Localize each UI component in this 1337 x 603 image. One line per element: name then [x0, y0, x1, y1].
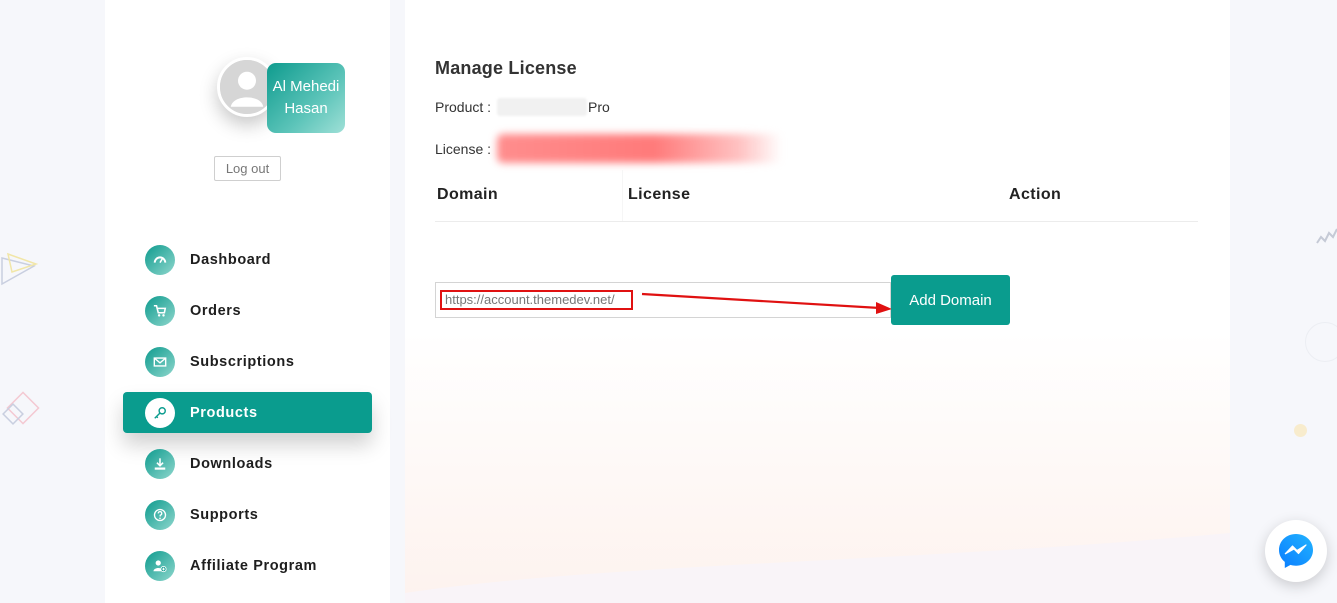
messenger-icon	[1279, 534, 1313, 568]
cart-icon	[145, 295, 175, 326]
user-silhouette-icon	[220, 60, 274, 114]
product-label: Product :	[435, 99, 492, 115]
sidebar-item-products[interactable]: Products	[123, 392, 372, 433]
column-header-license: License	[628, 186, 691, 203]
sidebar-item-label: Products	[190, 404, 258, 421]
dashboard-gauge-icon	[145, 244, 175, 275]
decorative-curve	[405, 533, 1230, 603]
sidebar-item-dashboard[interactable]: Dashboard	[123, 239, 372, 280]
product-name-suffix: Pro	[588, 99, 610, 115]
sidebar-item-affiliate-program[interactable]: Affiliate Program	[123, 545, 372, 586]
sidebar-item-supports[interactable]: Supports	[123, 494, 372, 535]
license-label: License :	[435, 141, 492, 157]
sidebar-item-label: Orders	[190, 302, 242, 319]
redacted-license-key	[497, 134, 782, 163]
key-icon	[145, 397, 175, 428]
column-header-action: Action	[1009, 186, 1062, 203]
sidebar: Al Mehedi Hasan Log out Dashboard Orders…	[105, 0, 390, 603]
sidebar-item-label: Downloads	[190, 455, 273, 472]
sidebar-item-subscriptions[interactable]: Subscriptions	[123, 341, 372, 382]
sidebar-item-label: Subscriptions	[190, 353, 295, 370]
decorative-diamond-icon	[2, 391, 40, 425]
profile-card: Al Mehedi Hasan Log out	[105, 0, 390, 200]
logout-button[interactable]: Log out	[214, 156, 281, 181]
sidebar-item-label: Affiliate Program	[190, 557, 318, 574]
decorative-zigzag-icon	[1316, 228, 1337, 244]
sidebar-item-label: Supports	[190, 506, 259, 523]
decorative-triangle-icon	[1, 252, 39, 286]
domain-input-value: https://account.themedev.net/	[440, 290, 633, 310]
redacted-product-name	[497, 98, 587, 116]
sidebar-item-downloads[interactable]: Downloads	[123, 443, 372, 484]
add-domain-button[interactable]: Add Domain	[891, 275, 1010, 325]
column-header-domain: Domain	[437, 186, 499, 203]
user-plus-icon	[145, 550, 175, 581]
sidebar-item-label: Dashboard	[190, 251, 272, 268]
user-name: Al Mehedi Hasan	[267, 63, 345, 133]
messenger-chat-button[interactable]	[1265, 520, 1327, 582]
decorative-dot	[1294, 424, 1307, 437]
envelope-icon	[145, 346, 175, 377]
download-icon	[145, 448, 175, 479]
question-circle-icon	[145, 499, 175, 530]
column-divider	[622, 170, 623, 221]
sidebar-item-orders[interactable]: Orders	[123, 290, 372, 331]
decorative-ring	[1305, 322, 1337, 362]
domain-table-header: Domain License Action	[435, 170, 1198, 222]
annotation-arrow	[641, 292, 892, 314]
page-title: Manage License	[435, 58, 577, 78]
manage-license-panel: Manage License Product : Pro License : D…	[405, 0, 1230, 603]
